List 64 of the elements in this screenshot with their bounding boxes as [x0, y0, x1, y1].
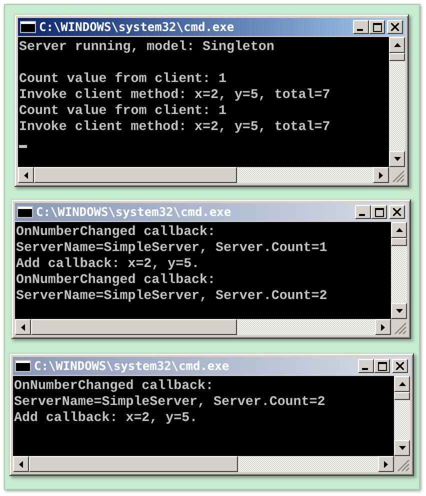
right-arrow-icon — [381, 324, 385, 330]
scroll-up-button[interactable] — [394, 376, 410, 392]
maximize-button[interactable] — [371, 205, 387, 219]
close-icon — [391, 23, 399, 31]
down-arrow-icon — [394, 157, 400, 161]
console-line: OnNumberChanged callback: — [16, 224, 216, 240]
maximize-icon — [372, 22, 382, 32]
scroll-left-button[interactable] — [18, 167, 34, 183]
up-arrow-icon — [398, 382, 406, 386]
maximize-button[interactable] — [374, 359, 390, 373]
scroll-down-button[interactable] — [391, 303, 407, 319]
up-arrow-icon — [396, 228, 402, 232]
scroll-up-button[interactable] — [391, 222, 407, 238]
left-arrow-icon — [24, 172, 28, 178]
close-icon — [396, 362, 404, 370]
maximize-icon — [374, 208, 384, 216]
console-line: ServerName=SimpleServer, Server.Count=2 — [14, 394, 326, 410]
left-arrow-icon — [19, 460, 23, 468]
scroll-right-button[interactable] — [375, 319, 391, 335]
down-arrow-icon — [398, 446, 406, 450]
scroll-up-button[interactable] — [389, 37, 405, 53]
scroll-left-button[interactable] — [13, 456, 29, 472]
console-icon — [20, 21, 36, 33]
close-icon — [393, 208, 401, 216]
maximize-icon — [378, 362, 386, 370]
console-line: ServerName=SimpleServer, Server.Count=2 — [16, 288, 328, 304]
minimize-button[interactable] — [353, 20, 369, 34]
right-arrow-icon — [379, 172, 383, 178]
console-line: ServerName=SimpleServer, Server.Count=1 — [16, 240, 328, 256]
console-line: Server running, model: Singleton — [19, 39, 274, 55]
right-arrow-icon — [384, 460, 388, 468]
console-icon — [15, 360, 31, 372]
scrollbar-thumb[interactable] — [391, 238, 407, 246]
scrollbar-thumb[interactable] — [29, 456, 238, 472]
left-arrow-icon — [21, 324, 25, 330]
scrollbar-thumb[interactable] — [394, 392, 410, 400]
close-button[interactable] — [392, 359, 408, 373]
close-button[interactable] — [387, 20, 403, 34]
console-line: Invoke client method: x=2, y=5, total=7 — [19, 119, 330, 135]
console-line: Count value from client: 1 — [19, 103, 226, 119]
scrollbar-thumb[interactable] — [34, 167, 238, 183]
scroll-down-button[interactable] — [394, 440, 410, 456]
scroll-right-button[interactable] — [378, 456, 394, 472]
scrollbar-thumb[interactable] — [389, 53, 405, 61]
console-line: OnNumberChanged callback: — [14, 378, 214, 394]
console-icon — [17, 206, 33, 218]
scroll-left-button[interactable] — [15, 319, 31, 335]
window-title: C:\WINDOWS\system32\cmd.exe — [34, 359, 230, 373]
window-title: C:\WINDOWS\system32\cmd.exe — [39, 20, 236, 34]
console-line: Count value from client: 1 — [19, 71, 226, 87]
down-arrow-icon — [396, 309, 402, 313]
console-line: Invoke client method: x=2, y=5, total=7 — [19, 87, 330, 103]
minimize-button[interactable] — [358, 359, 374, 373]
close-button[interactable] — [389, 205, 405, 219]
scrollbar-thumb[interactable] — [31, 319, 238, 335]
scroll-right-button[interactable] — [373, 167, 389, 183]
up-arrow-icon — [394, 43, 400, 47]
console-line: Add callback: x=2, y=5. — [14, 410, 198, 426]
scroll-down-button[interactable] — [389, 151, 405, 167]
maximize-button[interactable] — [369, 20, 385, 34]
console-line: OnNumberChanged callback: — [16, 272, 216, 288]
window-title: C:\WINDOWS\system32\cmd.exe — [36, 205, 232, 219]
minimize-button[interactable] — [355, 205, 371, 219]
console-line: Add callback: x=2, y=5. — [16, 256, 200, 272]
